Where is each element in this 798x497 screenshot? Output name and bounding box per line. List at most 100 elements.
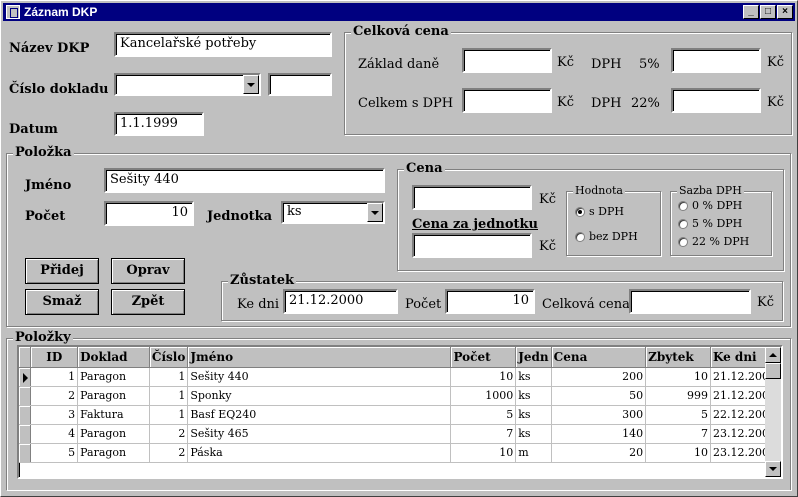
cell-pocet[interactable]: 7 (450, 424, 517, 444)
sazba-5-radio[interactable]: 5 % DPH (678, 217, 742, 230)
zustatek-pocet-input[interactable]: 10 (445, 289, 535, 314)
datum-input[interactable]: 1.1.1999 (114, 112, 204, 136)
cell-jmeno[interactable]: Sešity 465 (187, 424, 452, 444)
scroll-down-button[interactable] (765, 461, 781, 477)
title-bar[interactable]: Záznam DKP _ □ × (3, 3, 795, 21)
row-indicator[interactable] (19, 405, 32, 425)
hodnota-s-dph-radio[interactable]: s DPH (575, 205, 624, 218)
cell-cislo[interactable]: 1 (149, 367, 189, 387)
column-header-pocet[interactable]: Počet (450, 347, 517, 368)
cislo-dropdown-button[interactable] (243, 75, 259, 94)
ke-dni-input[interactable]: 21.12.2000 (283, 289, 398, 314)
cena-input[interactable] (412, 185, 532, 210)
cell-jednotka[interactable]: ks (515, 367, 552, 387)
zaklad-input[interactable] (462, 48, 552, 73)
cell-jmeno[interactable]: Sponky (187, 386, 452, 406)
sazba-0-radio[interactable]: 0 % DPH (678, 199, 742, 212)
table-row[interactable]: 5 Paragon 2 Páska 10 m 20 10 23.12.2000 (19, 443, 781, 463)
vertical-scrollbar[interactable] (765, 347, 781, 477)
cell-pocet[interactable]: 10 (450, 367, 517, 387)
cell-doklad[interactable]: Faktura (77, 405, 150, 425)
cell-cena[interactable]: 300 (551, 405, 647, 425)
cell-cislo[interactable]: 1 (149, 386, 189, 406)
cena-za-jednotku-input[interactable] (412, 233, 532, 258)
cell-zbytek[interactable]: 5 (645, 405, 711, 425)
cell-jmeno[interactable]: Páska (187, 443, 452, 463)
sazba-22-radio[interactable]: 22 % DPH (678, 235, 749, 248)
cell-pocet[interactable]: 10 (450, 443, 517, 463)
dph5-input[interactable] (671, 48, 761, 73)
cell-jednotka[interactable]: ks (515, 386, 552, 406)
cell-id[interactable]: 1 (30, 367, 79, 387)
jmeno-input[interactable]: Sešity 440 (104, 168, 385, 193)
back-button[interactable]: Zpět (111, 289, 185, 315)
column-header-doklad[interactable]: Doklad (77, 347, 150, 368)
column-header-id[interactable]: ID (30, 347, 79, 368)
dph22-input[interactable] (671, 88, 761, 113)
cell-zbytek[interactable]: 7 (645, 424, 711, 444)
cell-cislo[interactable]: 2 (149, 443, 189, 463)
cell-doklad[interactable]: Paragon (77, 443, 150, 463)
add-button[interactable]: Přidej (25, 258, 99, 284)
cell-zbytek[interactable]: 10 (645, 443, 711, 463)
row-indicator[interactable] (19, 443, 32, 463)
nazev-input[interactable]: Kancelařské potřeby (114, 32, 332, 57)
cell-cislo[interactable]: 1 (149, 405, 189, 425)
jednotka-label: Jednotka (207, 209, 273, 224)
hodnota-bez-dph-radio[interactable]: bez DPH (575, 230, 638, 243)
cell-jednotka[interactable]: m (515, 443, 552, 463)
cell-jednotka[interactable]: ks (515, 405, 552, 425)
scroll-thumb[interactable] (765, 363, 781, 379)
row-indicator[interactable] (19, 386, 32, 406)
table-row[interactable]: 3 Faktura 1 Basf EQ240 5 ks 300 5 22.12.… (19, 405, 781, 425)
column-header-cena[interactable]: Cena (551, 347, 647, 368)
column-header-jednotka[interactable]: Jedn (515, 347, 552, 368)
cell-cislo[interactable]: 2 (149, 424, 189, 444)
cell-id[interactable]: 3 (30, 405, 79, 425)
cell-zbytek[interactable]: 999 (645, 386, 711, 406)
cell-pocet[interactable]: 5 (450, 405, 517, 425)
scroll-up-button[interactable] (765, 347, 781, 363)
cell-zbytek[interactable]: 10 (645, 367, 711, 387)
cell-pocet[interactable]: 1000 (450, 386, 517, 406)
dph5-rate: 5% (639, 57, 660, 72)
cislo-extra-input[interactable] (268, 73, 332, 96)
cell-cena[interactable]: 140 (551, 424, 647, 444)
table-row[interactable]: 1 Paragon 1 Sešity 440 10 ks 200 10 21.1… (19, 367, 781, 387)
cell-id[interactable]: 4 (30, 424, 79, 444)
column-header-jmeno[interactable]: Jméno (187, 347, 452, 368)
cell-cena[interactable]: 20 (551, 443, 647, 463)
items-data-grid[interactable]: ID Doklad Číslo Jméno Počet Jedn Cena Zb… (17, 345, 783, 479)
cell-doklad[interactable]: Paragon (77, 424, 150, 444)
zustatek-celkova-label: Celková cena (542, 297, 630, 312)
zustatek-celkova-input[interactable] (629, 289, 751, 314)
column-header-cislo[interactable]: Číslo (149, 347, 189, 368)
pocet-input[interactable]: 10 (104, 201, 194, 226)
edit-button[interactable]: Oprav (111, 258, 185, 284)
cell-id[interactable]: 2 (30, 386, 79, 406)
celkem-input[interactable] (462, 88, 552, 113)
table-row[interactable]: 2 Paragon 1 Sponky 1000 ks 50 999 21.12.… (19, 386, 781, 406)
table-row[interactable]: 4 Paragon 2 Sešity 465 7 ks 140 7 23.12.… (19, 424, 781, 444)
row-indicator[interactable] (19, 367, 32, 387)
jednotka-dropdown-button[interactable] (367, 203, 383, 222)
cell-id[interactable]: 5 (30, 443, 79, 463)
dph22-unit: Kč (767, 95, 784, 110)
column-header-zbytek[interactable]: Zbytek (645, 347, 711, 368)
cislo-select[interactable] (114, 73, 261, 96)
cell-cena[interactable]: 200 (551, 367, 647, 387)
close-button[interactable]: × (777, 5, 793, 19)
cell-doklad[interactable]: Paragon (77, 367, 150, 387)
hodnota-group: Hodnota (566, 184, 661, 256)
cell-doklad[interactable]: Paragon (77, 386, 150, 406)
maximize-button[interactable]: □ (760, 5, 776, 19)
jednotka-select[interactable]: ks (281, 201, 385, 224)
row-indicator[interactable] (19, 424, 32, 444)
hodnota-title: Hodnota (573, 184, 625, 197)
cell-jmeno[interactable]: Basf EQ240 (187, 405, 452, 425)
cell-jmeno[interactable]: Sešity 440 (187, 367, 452, 387)
delete-button[interactable]: Smaž (25, 289, 99, 315)
cell-cena[interactable]: 50 (551, 386, 647, 406)
cell-jednotka[interactable]: ks (515, 424, 552, 444)
minimize-button[interactable]: _ (743, 5, 759, 19)
